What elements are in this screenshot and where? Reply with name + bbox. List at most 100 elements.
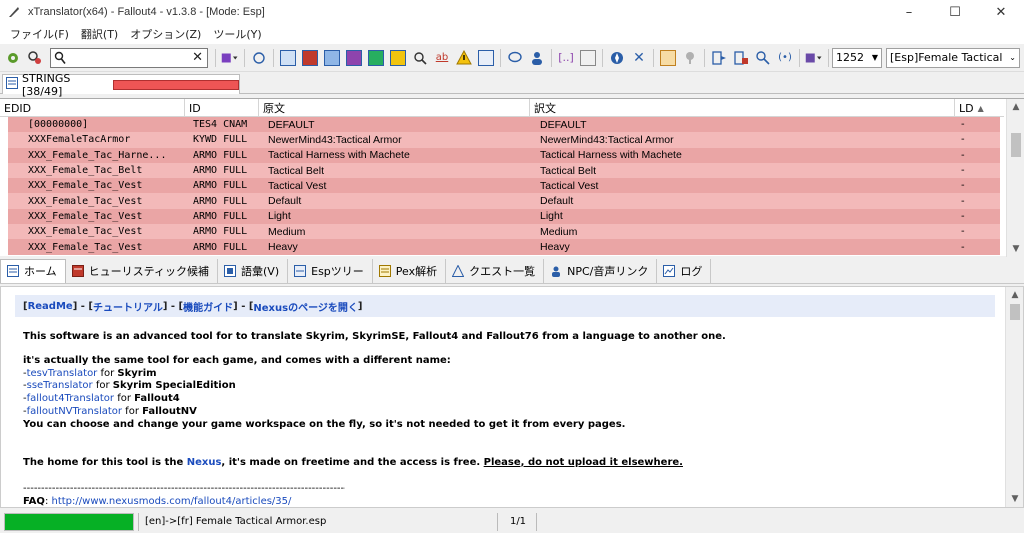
pin-icon[interactable] [681, 49, 699, 67]
gear-icon[interactable] [4, 49, 22, 67]
brackets-icon[interactable]: [..] [557, 49, 575, 67]
compass-icon[interactable] [608, 49, 626, 67]
spellcheck-icon[interactable]: ab [433, 49, 451, 67]
faq-line: FAQ: http://www.nexusmods.com/fallout4/a… [15, 496, 995, 507]
tab-quest[interactable]: クエスト一覧 [446, 258, 545, 283]
tool-line: -falloutNVTranslator for FalloutNV [15, 406, 995, 419]
scroll-down-icon[interactable]: ▼ [1006, 491, 1023, 507]
faq-link[interactable]: http://www.nexusmods.com/fallout4/articl… [52, 496, 292, 507]
minimize-button[interactable]: – [886, 0, 932, 24]
tab-vocabulary[interactable]: 語彙(V) [218, 258, 289, 283]
list-lightblue-icon[interactable] [323, 49, 341, 67]
list-yellow-icon[interactable] [389, 49, 407, 67]
codepage-select[interactable]: 1252 ▼ [832, 47, 882, 68]
cell-source: Tactical Harness with Machete [268, 149, 410, 162]
table-icon[interactable] [477, 49, 495, 67]
user-icon[interactable] [528, 49, 546, 67]
list-blue-icon[interactable] [279, 49, 297, 67]
scroll-up-icon[interactable]: ▲ [1007, 99, 1024, 115]
tab-pex[interactable]: Pex解析 [373, 258, 447, 283]
find-options-icon[interactable] [26, 49, 44, 67]
link-sep: ] - [ [72, 300, 93, 312]
tab-npc[interactable]: NPC/音声リンク [544, 258, 658, 283]
nexus-link[interactable]: Nexus [187, 457, 222, 468]
header-ld[interactable]: LD ▲ [955, 99, 1004, 117]
maximize-button[interactable]: ☐ [932, 0, 978, 24]
scroll-up-icon[interactable]: ▲ [1006, 287, 1023, 303]
grid-icon[interactable] [579, 49, 597, 67]
tab-home[interactable]: ホーム [0, 258, 66, 283]
cell-translation: Tactical Belt [540, 164, 597, 177]
cell-ld: - [961, 195, 965, 207]
tab-log[interactable]: ログ [657, 258, 712, 283]
close-icon[interactable]: ✕ [630, 49, 648, 67]
table-row[interactable]: XXXFemaleTacArmor KYWD FULL NewerMind43:Ta… [8, 132, 1000, 148]
cell-edid: XXX_Female_Tac_Vest [28, 241, 143, 253]
search-field[interactable]: ✕ [50, 47, 208, 68]
cell-translation: Tactical Vest [540, 179, 599, 192]
table-row[interactable]: XXX_Female_Tac_Vest ARMO FULL Heavy Heavy - [8, 239, 1000, 255]
search-input[interactable] [67, 49, 187, 66]
tool-name-link[interactable]: tesvTranslator [27, 368, 98, 379]
warning-icon[interactable] [455, 49, 473, 67]
same-tool-text: it's actually the same tool for each gam… [23, 354, 451, 366]
header-source[interactable]: 原文 [259, 99, 530, 117]
intro-text: This software is an advanced tool for to… [23, 331, 726, 342]
close-window-button[interactable]: ✕ [978, 0, 1024, 24]
cell-translation: DEFAULT [540, 118, 587, 131]
home-icon [7, 265, 19, 277]
target-icon[interactable] [250, 49, 268, 67]
export-icon[interactable] [710, 49, 728, 67]
header-id[interactable]: ID [185, 99, 259, 117]
header-edid[interactable]: EDID [0, 99, 185, 117]
list-green-icon[interactable] [367, 49, 385, 67]
import-icon[interactable] [732, 49, 750, 67]
clear-search-icon[interactable]: ✕ [192, 50, 203, 65]
cell-ld: - [961, 149, 965, 161]
list-purple-icon[interactable] [345, 49, 363, 67]
strings-tab[interactable]: STRINGS [38/49] [2, 72, 240, 98]
guide-link[interactable]: 機能ガイド [183, 299, 233, 314]
grid-scroll-thumb[interactable] [1011, 133, 1021, 157]
grid-scrollbar[interactable]: ▲ ▼ [1006, 99, 1024, 257]
for-text: for [92, 380, 113, 392]
menu-tools[interactable]: ツール(Y) [207, 26, 267, 42]
comment-icon[interactable] [506, 49, 524, 67]
table-row[interactable]: XXX_Female_Tac_Vest ARMO FULL Light Light - [8, 208, 1000, 225]
tool-name-link[interactable]: sseTranslator [27, 380, 93, 391]
cell-id: ARMO FULL [193, 165, 248, 177]
readme-link[interactable]: ReadMe [28, 301, 73, 312]
toolbar-separator [704, 48, 705, 67]
menu-options[interactable]: オプション(Z) [124, 26, 207, 42]
table-row[interactable]: XXX_Female_Tac_Belt ARMO FULL Tactical Bel… [8, 162, 1000, 179]
table-row[interactable]: [00000000] TES4 CNAM DEFAULT DEFAULT - [8, 117, 1000, 133]
list-red-icon[interactable] [301, 49, 319, 67]
table-row[interactable]: XXX_Female_Tac_Vest ARMO FULL Tactical Ves… [8, 178, 1000, 194]
regex-icon[interactable]: (•) [776, 49, 794, 67]
table-row[interactable]: XXX_Female_Tac_Vest ARMO FULL Medium Medium… [8, 224, 1000, 240]
menu-file[interactable]: ファイル(F) [4, 26, 75, 42]
tab-tree[interactable]: Espツリー [288, 258, 373, 283]
image-dropdown-icon[interactable] [805, 49, 823, 67]
nexus-page-link[interactable]: Nexusのページを開く [253, 299, 357, 314]
table-row[interactable]: XXX_Female_Tac_Vest ARMO FULL Default Defau… [8, 193, 1000, 209]
content-scroll-thumb[interactable] [1010, 304, 1020, 320]
menu-translate[interactable]: 翻訳(T) [75, 26, 124, 42]
scroll-down-icon[interactable]: ▼ [1007, 241, 1024, 257]
file-select[interactable]: [Esp]Female Tactical Armo ⌄ [886, 47, 1020, 68]
tutorial-link[interactable]: チュートリアル [93, 299, 163, 314]
tool-name-link[interactable]: falloutNVTranslator [27, 406, 122, 417]
npc-icon [550, 265, 562, 277]
filter-dropdown-icon[interactable] [221, 49, 239, 67]
header-translation[interactable]: 訳文 [530, 99, 955, 117]
user-search-icon[interactable] [754, 49, 772, 67]
cell-edid: XXX_Female_Tac_Vest [28, 180, 143, 192]
table-row[interactable]: XXX_Female_Tac_Harne... ARMO FULL Tactical… [8, 147, 1000, 163]
search-list-icon[interactable] [411, 49, 429, 67]
tab-heuristic[interactable]: ヒューリスティック候補 [66, 258, 219, 283]
view-list-icon[interactable] [659, 49, 677, 67]
vocabulary-icon [224, 264, 237, 277]
tool-name-link[interactable]: fallout4Translator [27, 393, 114, 404]
content-scrollbar[interactable]: ▲ ▼ [1005, 287, 1023, 507]
status-separator [497, 512, 498, 531]
